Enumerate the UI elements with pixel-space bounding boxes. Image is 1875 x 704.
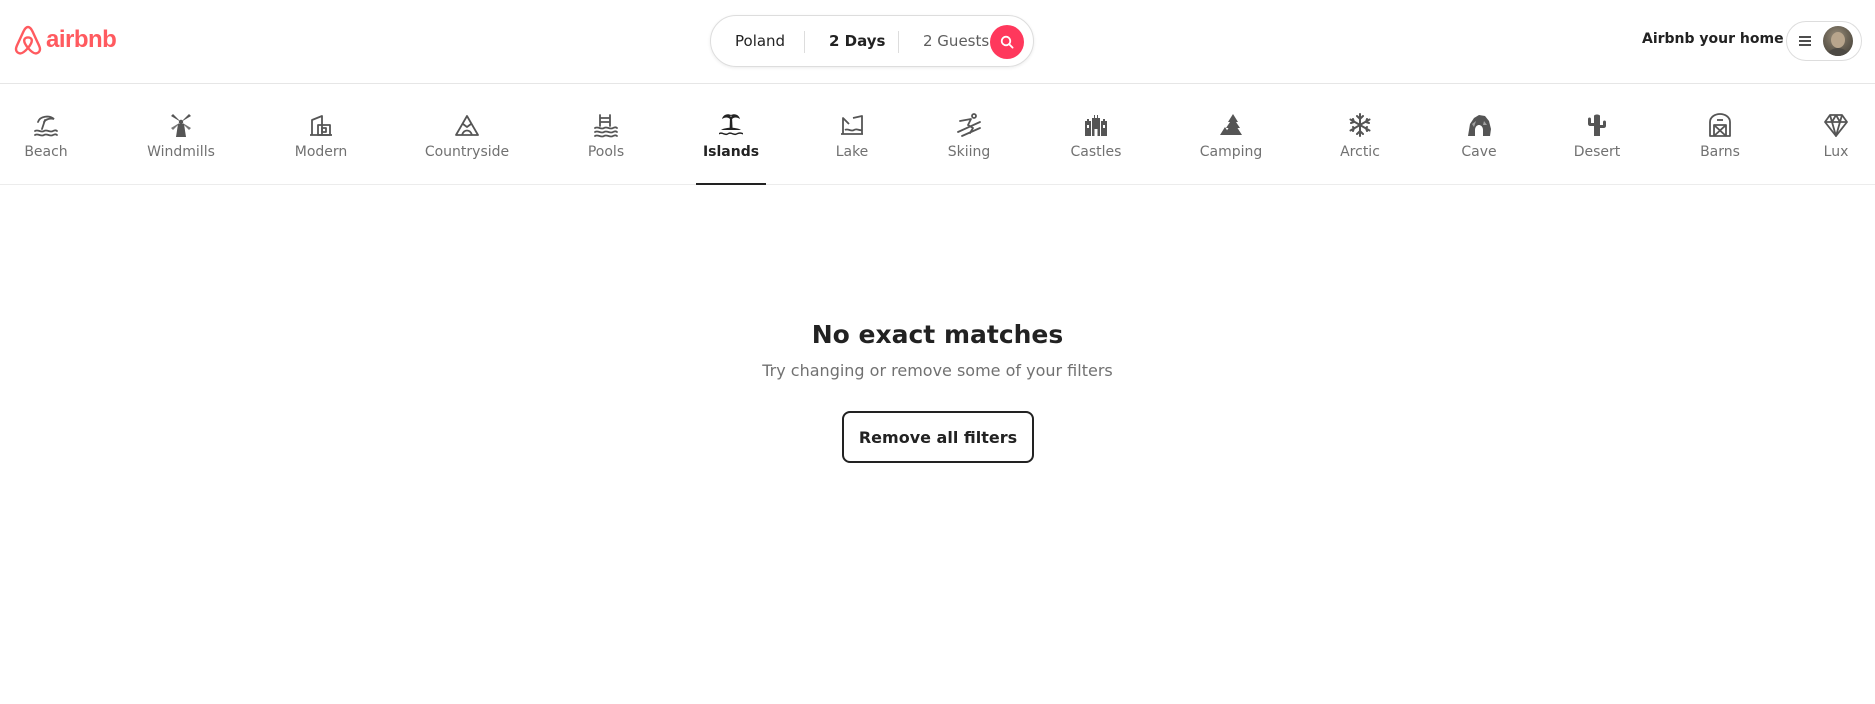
category-lake[interactable]: Lake xyxy=(834,84,870,184)
category-lux[interactable]: Lux xyxy=(1819,84,1853,184)
category-pools[interactable]: Pools xyxy=(586,84,626,184)
user-menu-button[interactable] xyxy=(1786,21,1862,61)
category-cave[interactable]: Cave xyxy=(1461,84,1497,184)
camping-icon xyxy=(1217,111,1245,139)
category-label: Barns xyxy=(1700,144,1740,160)
search-divider xyxy=(898,31,899,53)
countryside-icon xyxy=(453,111,481,139)
category-modern[interactable]: Modern xyxy=(294,84,348,184)
category-arctic[interactable]: Arctic xyxy=(1340,84,1380,184)
lux-icon xyxy=(1822,111,1850,139)
category-desert[interactable]: Desert xyxy=(1573,84,1621,184)
remove-all-filters-button[interactable]: Remove all filters xyxy=(842,411,1034,463)
empty-state-title: No exact matches xyxy=(811,320,1064,349)
category-label: Countryside xyxy=(424,144,510,160)
category-label: Lux xyxy=(1823,144,1849,160)
category-camping[interactable]: Camping xyxy=(1200,84,1262,184)
search-dates[interactable]: 2 Days xyxy=(829,32,885,50)
category-label: Castles xyxy=(1070,144,1122,160)
category-label: Modern xyxy=(294,144,348,160)
category-label: Desert xyxy=(1573,144,1621,160)
castle-icon xyxy=(1082,111,1110,139)
category-label: Cave xyxy=(1461,144,1497,160)
search-divider xyxy=(804,31,805,53)
airbnb-logo-icon xyxy=(14,25,42,55)
category-bar: Beach Windmills Modern Countryside Pools… xyxy=(0,84,1875,185)
category-label: Pools xyxy=(587,144,625,160)
category-barns[interactable]: Barns xyxy=(1699,84,1741,184)
empty-state-subtitle: Try changing or remove some of your filt… xyxy=(762,361,1113,380)
category-label: Windmills xyxy=(147,144,215,160)
island-icon xyxy=(717,111,745,139)
lake-icon xyxy=(838,111,866,139)
search-guests[interactable]: 2 Guests xyxy=(923,32,989,50)
avatar-face xyxy=(1831,32,1845,48)
search-button[interactable] xyxy=(990,25,1024,59)
top-header: airbnb Poland 2 Days 2 Guests Airbnb you… xyxy=(0,0,1875,84)
hamburger-icon xyxy=(1799,36,1811,46)
desert-icon xyxy=(1583,111,1611,139)
brand-name: airbnb xyxy=(46,26,117,53)
windmill-icon xyxy=(167,111,195,139)
category-label: Beach xyxy=(24,144,68,160)
category-label: Lake xyxy=(835,144,869,160)
empty-state: No exact matches Try changing or remove … xyxy=(0,320,1875,380)
pool-icon xyxy=(592,111,620,139)
barn-icon xyxy=(1706,111,1734,139)
user-avatar xyxy=(1823,26,1853,56)
avatar-shoulders xyxy=(1825,48,1851,56)
arctic-icon xyxy=(1346,111,1374,139)
category-islands[interactable]: Islands xyxy=(696,84,766,185)
beach-icon xyxy=(32,111,60,139)
category-label: Arctic xyxy=(1340,144,1380,160)
search-bar[interactable]: Poland 2 Days 2 Guests xyxy=(710,15,1034,67)
category-skiing[interactable]: Skiing xyxy=(947,84,991,184)
category-countryside[interactable]: Countryside xyxy=(424,84,510,184)
host-link[interactable]: Airbnb your home xyxy=(1642,31,1784,47)
search-location[interactable]: Poland xyxy=(735,32,785,50)
airbnb-logo[interactable]: airbnb xyxy=(13,24,117,56)
skiing-icon xyxy=(955,111,983,139)
search-icon xyxy=(1000,35,1014,49)
category-label: Islands xyxy=(702,144,760,160)
category-castles[interactable]: Castles xyxy=(1070,84,1122,184)
cave-icon xyxy=(1465,111,1493,139)
active-tab-indicator xyxy=(696,183,766,185)
category-beach[interactable]: Beach xyxy=(20,84,72,184)
category-windmills[interactable]: Windmills xyxy=(147,84,215,184)
category-label: Camping xyxy=(1199,144,1263,160)
modern-icon xyxy=(307,111,335,139)
category-label: Skiing xyxy=(947,144,991,160)
